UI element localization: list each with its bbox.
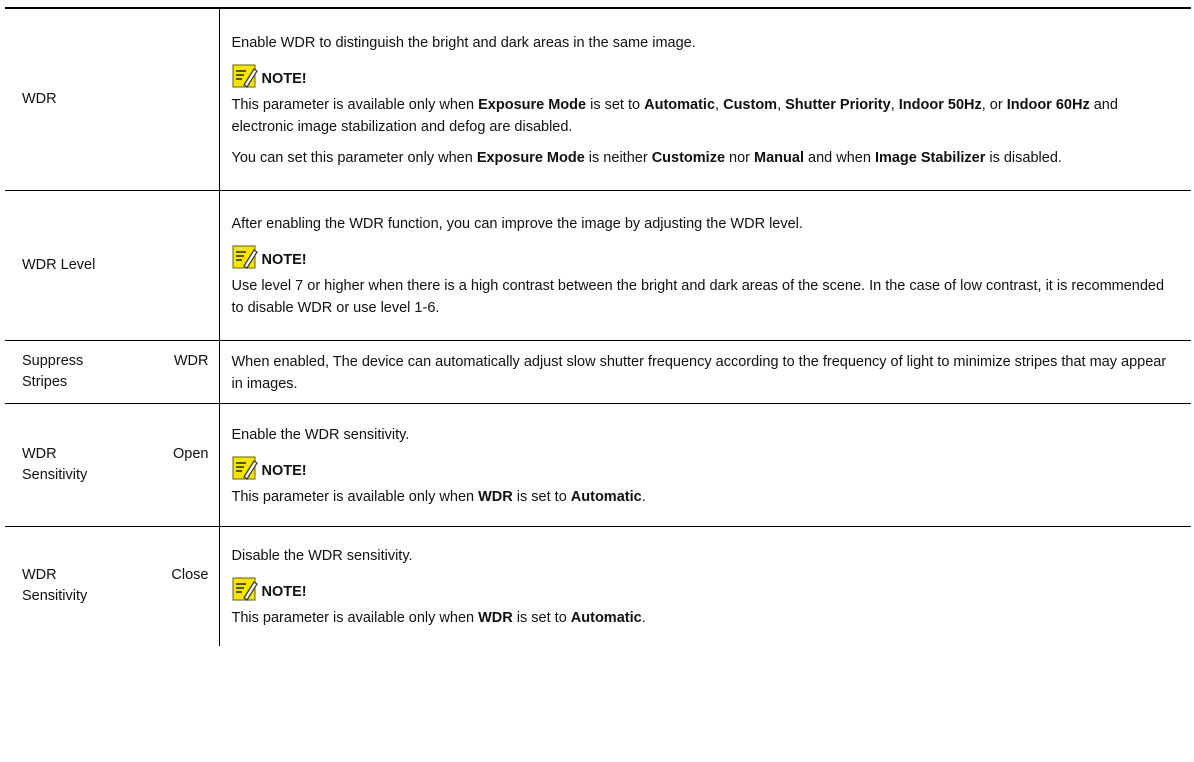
table-row-wdr-close-sensitivity: WDR Close Sensitivity Disable the WDR se… xyxy=(5,525,1191,646)
description-text: Enable WDR to distinguish the bright and… xyxy=(231,34,696,51)
parameter-table: WDR Enable WDR to distinguish the bright… xyxy=(5,7,1191,646)
note-text-secondary: You can set this parameter only when Exp… xyxy=(231,149,1062,166)
note-pencil-icon xyxy=(231,245,258,269)
param-name: WDR Open Sensitivity xyxy=(5,402,220,526)
note-text: Use level 7 or higher when there is a hi… xyxy=(231,278,1165,316)
description-text: When enabled, The device can automatical… xyxy=(231,353,1167,392)
note-pencil-icon xyxy=(231,64,258,88)
note-text: This parameter is available only when WD… xyxy=(231,610,646,627)
table-row-wdr-open-sensitivity: WDR Open Sensitivity Enable the WDR sens… xyxy=(5,402,1191,526)
note-heading: NOTE! xyxy=(231,454,1176,480)
param-name: Suppress WDR Stripes xyxy=(5,339,220,403)
description-text: Disable the WDR sensitivity. xyxy=(231,548,413,565)
table-row-wdr: WDR Enable WDR to distinguish the bright… xyxy=(5,7,1191,190)
note-pencil-icon xyxy=(231,577,258,602)
param-name: WDR Level xyxy=(5,189,220,340)
note-label: NOTE! xyxy=(261,462,307,479)
note-heading: NOTE! xyxy=(231,62,1176,88)
param-description: Enable the WDR sensitivity. NOTE! This p… xyxy=(219,402,1191,526)
param-name: WDR xyxy=(5,7,220,190)
note-label: NOTE! xyxy=(261,252,307,268)
note-text: This parameter is available only when Ex… xyxy=(231,96,1118,135)
note-text: This parameter is available only when WD… xyxy=(231,488,646,505)
param-description: Enable WDR to distinguish the bright and… xyxy=(219,7,1191,190)
note-heading: NOTE! xyxy=(231,243,1176,269)
table-row-wdr-level: WDR Level After enabling the WDR functio… xyxy=(5,189,1191,340)
param-description: After enabling the WDR function, you can… xyxy=(219,189,1191,340)
note-pencil-icon xyxy=(231,455,258,480)
param-description: When enabled, The device can automatical… xyxy=(219,339,1191,403)
note-label: NOTE! xyxy=(261,70,307,87)
table-row-suppress-wdr-stripes: Suppress WDR Stripes When enabled, The d… xyxy=(5,339,1191,403)
note-label: NOTE! xyxy=(261,584,307,601)
note-heading: NOTE! xyxy=(231,575,1176,602)
description-text: Enable the WDR sensitivity. xyxy=(231,426,410,443)
param-description: Disable the WDR sensitivity. NOTE! This … xyxy=(219,525,1191,646)
param-name: WDR Close Sensitivity xyxy=(5,525,220,646)
description-text: After enabling the WDR function, you can… xyxy=(231,216,803,232)
